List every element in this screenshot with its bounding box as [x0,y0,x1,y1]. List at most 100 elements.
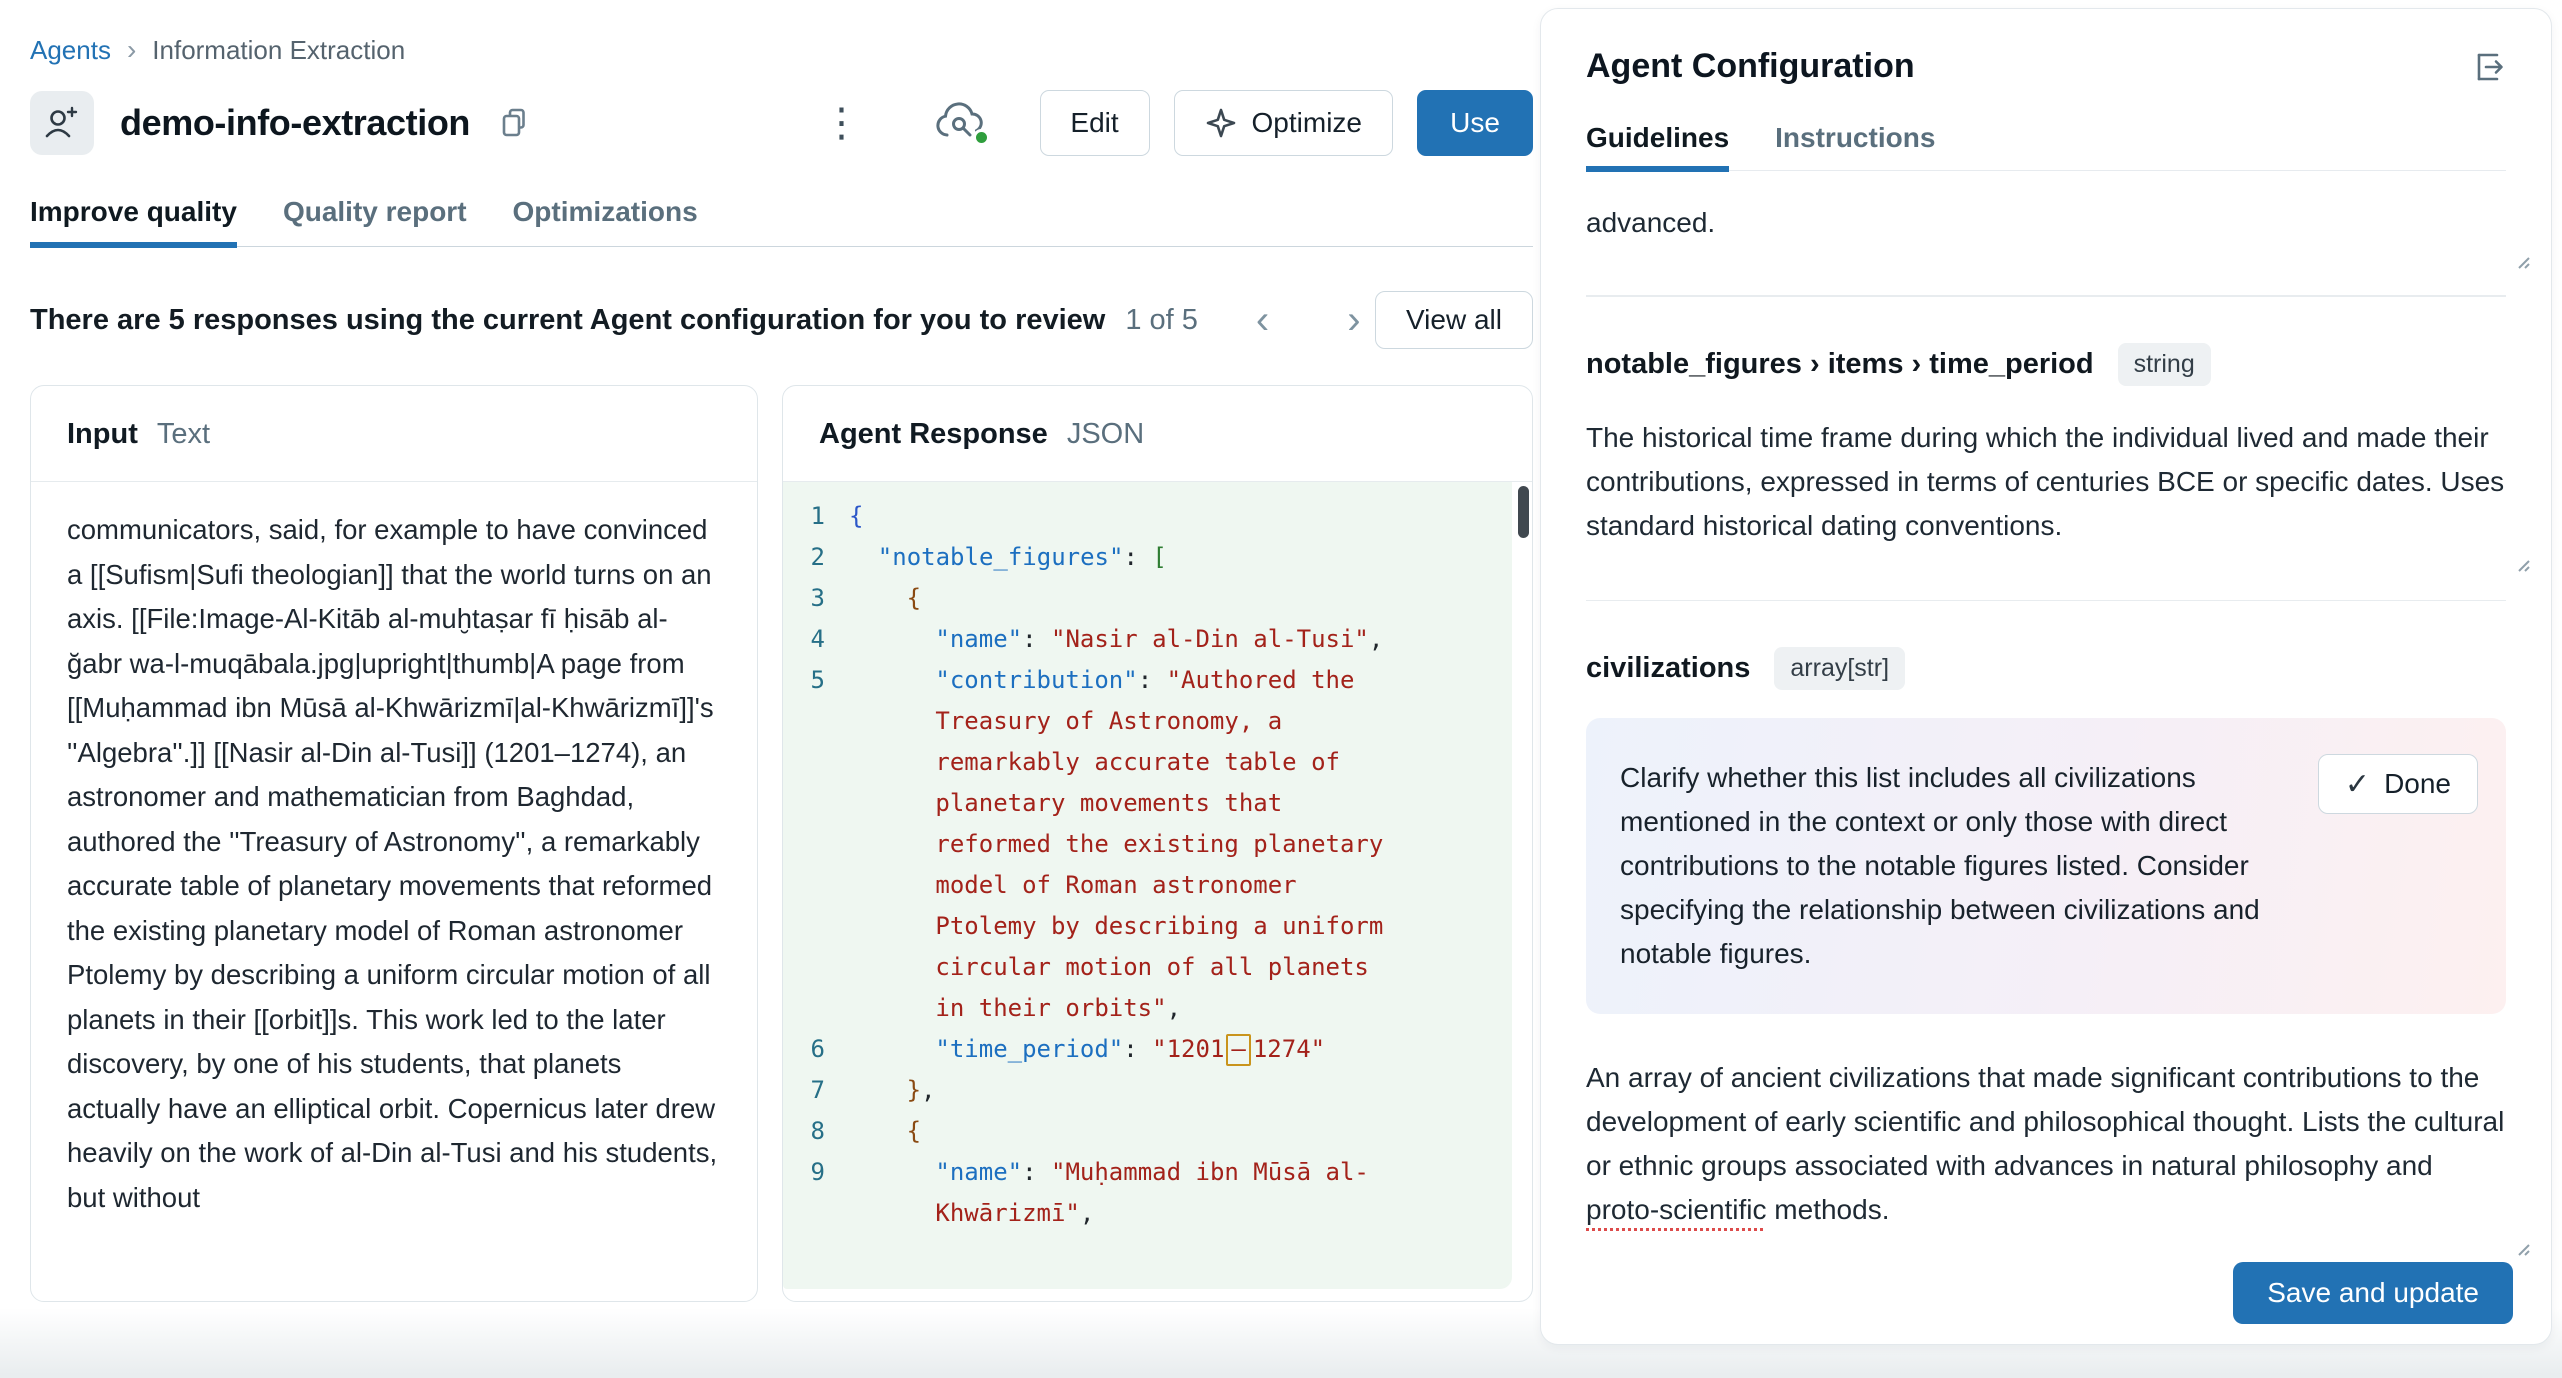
code-line: 4"name": "Nasir al-Din al-Tusi", [783,619,1512,660]
clipped-guideline-text: advanced. [1586,201,2506,245]
line-number: 8 [783,1111,849,1152]
agent-sparkle-icon [42,103,82,143]
civilizations-description: An array of ancient civilizations that m… [1586,1056,2506,1232]
tab-improve-quality[interactable]: Improve quality [30,196,237,246]
code-content: { [849,496,1512,537]
status-green-dot [973,129,990,146]
line-number: 5 [783,660,849,1029]
code-token: : [1123,543,1152,571]
tab-guidelines[interactable]: Guidelines [1586,122,1729,170]
code-token: : [1138,666,1167,694]
review-counter: 1 of 5 [1125,304,1198,337]
code-content: { [849,578,1512,619]
code-content: "time_period": "1201–1274" [849,1029,1512,1070]
code-line: 8{ [783,1111,1512,1152]
code-content: "contribution": "Authored the Treasury o… [849,660,1512,1029]
code-content: }, [849,1070,1512,1111]
optimize-label: Optimize [1252,107,1362,139]
resize-handle-icon[interactable] [2512,1238,2532,1258]
tab-instructions[interactable]: Instructions [1775,122,1935,170]
code-line: 5"contribution": "Authored the Treasury … [783,660,1512,1029]
line-number: 6 [783,1029,849,1070]
breadcrumb-agents-link[interactable]: Agents [30,35,111,66]
field-civilizations-header: civilizations array[str] [1586,647,2506,690]
code-line: 2"notable_figures": [ [783,537,1512,578]
next-response-button[interactable]: › [1337,300,1370,340]
civilizations-description-textarea[interactable]: An array of ancient civilizations that m… [1586,1056,2506,1232]
code-line: 3{ [783,578,1512,619]
done-label: Done [2384,768,2451,800]
guideline-textarea-clipped[interactable]: advanced. [1586,201,2506,245]
input-content[interactable]: communicators, said, for example to have… [31,482,757,1301]
chevron-right-icon: › [127,34,136,66]
code-token: : [1123,1035,1152,1063]
tab-optimizations[interactable]: Optimizations [513,196,698,246]
code-line: 9"name": "Muḥammad ibn Mūsā al-Khwārizmī… [783,1152,1512,1234]
field-path: civilizations [1586,652,1750,685]
config-title-row: Agent Configuration [1586,47,2506,86]
config-panel-title: Agent Configuration [1586,47,2472,86]
code-token: } [907,1076,921,1104]
sparkle-icon [1205,107,1237,139]
prev-response-button[interactable]: ‹ [1246,300,1279,340]
flagged-character: – [1226,1034,1250,1066]
code-token: "Nasir al-Din al-Tusi" [1051,625,1369,653]
code-content: "notable_figures": [ [849,537,1512,578]
code-content: "name": "Nasir al-Din al-Tusi", [849,619,1512,660]
code-region: 1{2"notable_figures": [3{4"name": "Nasir… [783,482,1532,1301]
input-panel-title: Input [67,418,138,451]
field-path: notable_figures › items › time_period [1586,348,2094,381]
agent-configuration-panel: Agent Configuration Guidelines Instructio… [1540,8,2552,1345]
resize-handle-icon[interactable] [2512,554,2532,574]
view-all-button[interactable]: View all [1375,291,1533,349]
code-token: "notable_figures" [878,543,1124,571]
main-tabs: Improve quality Quality report Optimizatio… [30,196,1533,247]
code-token: "Authored the Treasury of Astronomy, a r… [935,666,1397,1022]
code-token: "1201 [1152,1035,1224,1063]
code-scrollbar[interactable] [1518,486,1529,538]
code-line: 1{ [783,496,1512,537]
code-token: , [1080,1199,1094,1227]
time-period-description: The historical time frame during which t… [1586,416,2506,548]
line-number: 7 [783,1070,849,1111]
more-options-icon[interactable]: ⋮ [808,103,876,143]
suggestion-text: Clarify whether this list includes all c… [1620,756,2330,976]
code-token: , [1369,625,1383,653]
review-message: There are 5 responses using the current … [30,304,1105,337]
code-token: 1274" [1253,1035,1325,1063]
title-row: demo-info-extraction ⋮ Edit [30,90,1533,156]
deployment-status-icon[interactable] [934,102,986,144]
code-token: { [907,584,921,612]
response-panel-header: Agent Response JSON [783,386,1532,482]
check-icon: ✓ [2345,767,2370,802]
code-content: { [849,1111,1512,1152]
json-code-editor[interactable]: 1{2"notable_figures": [3{4"name": "Nasir… [783,482,1512,1289]
code-token: , [921,1076,935,1104]
breadcrumb-current: Information Extraction [152,35,405,66]
code-token: : [1022,1158,1051,1186]
line-number: 3 [783,578,849,619]
edit-button[interactable]: Edit [1040,90,1150,156]
time-period-description-textarea[interactable]: The historical time frame during which t… [1586,416,2506,548]
use-button[interactable]: Use [1417,90,1533,156]
resize-handle-icon[interactable] [2512,251,2532,271]
guideline-suggestion-card: Clarify whether this list includes all c… [1586,718,2506,1014]
code-token: : [1022,625,1051,653]
tab-quality-report[interactable]: Quality report [283,196,467,246]
collapse-panel-icon[interactable] [2472,50,2506,84]
type-badge: array[str] [1774,647,1905,690]
main-column: Agents › Information Extraction demo-inf… [30,0,1533,1302]
save-and-update-button[interactable]: Save and update [2233,1262,2513,1324]
optimize-button[interactable]: Optimize [1174,90,1393,156]
code-content: "name": "Muḥammad ibn Mūsā al-Khwārizmī"… [849,1152,1512,1234]
code-token: { [907,1117,921,1145]
line-number: 4 [783,619,849,660]
response-panel-title: Agent Response [819,418,1048,451]
code-token: [ [1152,543,1166,571]
review-bar: There are 5 responses using the current … [30,291,1533,349]
copy-icon[interactable] [494,106,526,140]
config-tabs: Guidelines Instructions [1586,122,2506,171]
code-token: "name" [935,625,1022,653]
divider [1586,295,2506,297]
done-button[interactable]: ✓ Done [2318,754,2478,814]
